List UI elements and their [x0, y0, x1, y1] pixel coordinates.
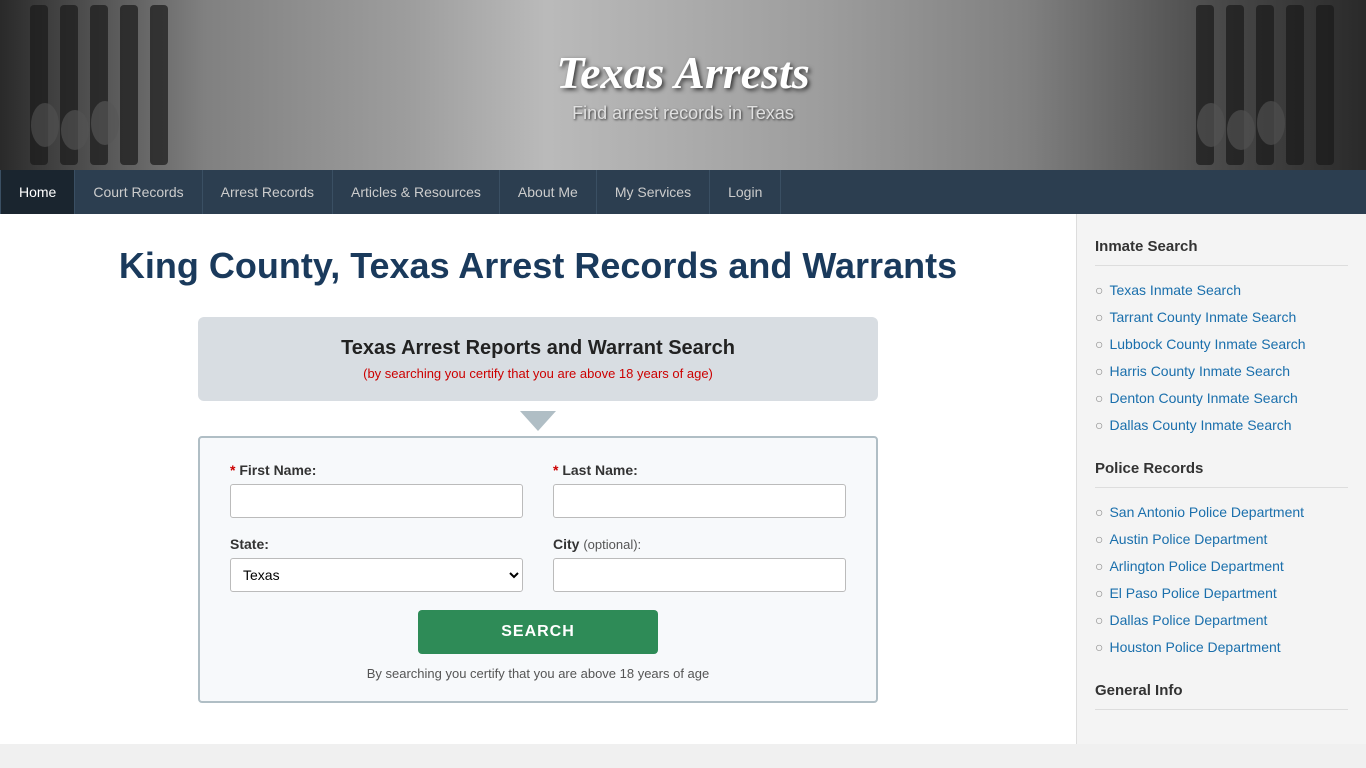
list-item: ○ Tarrant County Inmate Search: [1095, 307, 1348, 328]
city-input[interactable]: [553, 558, 846, 592]
list-item: ○ Texas Inmate Search: [1095, 280, 1348, 301]
bullet-icon: ○: [1095, 502, 1103, 523]
police-link-san-antonio[interactable]: San Antonio Police Department: [1109, 502, 1304, 523]
bullet-icon: ○: [1095, 334, 1103, 355]
list-item: ○ Dallas County Inmate Search: [1095, 415, 1348, 436]
last-name-group: * Last Name:: [553, 462, 846, 518]
city-group: City (optional):: [553, 536, 846, 592]
first-name-group: * First Name:: [230, 462, 523, 518]
nav-services[interactable]: My Services: [597, 170, 710, 214]
bullet-icon: ○: [1095, 280, 1103, 301]
nav-arrest-records[interactable]: Arrest Records: [203, 170, 333, 214]
police-divider: [1095, 487, 1348, 488]
list-item: ○ Houston Police Department: [1095, 637, 1348, 658]
inmate-section-title: Inmate Search: [1095, 238, 1348, 255]
bullet-icon: ○: [1095, 307, 1103, 328]
bullet-icon: ○: [1095, 637, 1103, 658]
state-city-row: State: Texas City (optional):: [230, 536, 846, 592]
search-box-subtitle: (by searching you certify that you are a…: [218, 366, 858, 381]
city-optional-text: (optional):: [583, 537, 641, 552]
general-section-title: General Info: [1095, 682, 1348, 699]
list-item: ○ Dallas Police Department: [1095, 610, 1348, 631]
inmate-link-texas[interactable]: Texas Inmate Search: [1109, 280, 1241, 301]
inmate-divider: [1095, 265, 1348, 266]
city-label-text: City: [553, 536, 579, 552]
last-name-input[interactable]: [553, 484, 846, 518]
search-outer-box: Texas Arrest Reports and Warrant Search …: [198, 317, 878, 401]
list-item: ○ Arlington Police Department: [1095, 556, 1348, 577]
police-link-austin[interactable]: Austin Police Department: [1109, 529, 1267, 550]
required-star-last: *: [553, 462, 558, 478]
search-box-title: Texas Arrest Reports and Warrant Search: [218, 337, 858, 360]
page-title: King County, Texas Arrest Records and Wa…: [40, 244, 1036, 287]
site-title: Texas Arrests: [556, 46, 809, 99]
first-name-input[interactable]: [230, 484, 523, 518]
bullet-icon: ○: [1095, 556, 1103, 577]
main-nav: Home Court Records Arrest Records Articl…: [0, 170, 1366, 214]
last-name-label: * Last Name:: [553, 462, 846, 478]
content-area: King County, Texas Arrest Records and Wa…: [0, 214, 1076, 744]
list-item: ○ Denton County Inmate Search: [1095, 388, 1348, 409]
bullet-icon: ○: [1095, 361, 1103, 382]
nav-about[interactable]: About Me: [500, 170, 597, 214]
nav-login[interactable]: Login: [710, 170, 781, 214]
search-form: * First Name: * Last Name: State:: [198, 436, 878, 703]
last-name-label-text: Last Name:: [562, 462, 637, 478]
state-label: State:: [230, 536, 523, 552]
list-item: ○ Austin Police Department: [1095, 529, 1348, 550]
list-item: ○ El Paso Police Department: [1095, 583, 1348, 604]
header-image-right: [1166, 0, 1366, 170]
inmate-link-tarrant[interactable]: Tarrant County Inmate Search: [1109, 307, 1296, 328]
bullet-icon: ○: [1095, 529, 1103, 550]
police-link-houston[interactable]: Houston Police Department: [1109, 637, 1280, 658]
inmate-link-dallas-county[interactable]: Dallas County Inmate Search: [1109, 415, 1291, 436]
state-group: State: Texas: [230, 536, 523, 592]
bullet-icon: ○: [1095, 583, 1103, 604]
main-container: King County, Texas Arrest Records and Wa…: [0, 214, 1366, 744]
required-star-first: *: [230, 462, 235, 478]
general-divider: [1095, 709, 1348, 710]
name-row: * First Name: * Last Name:: [230, 462, 846, 518]
nav-articles[interactable]: Articles & Resources: [333, 170, 500, 214]
bullet-icon: ○: [1095, 415, 1103, 436]
inmate-link-harris[interactable]: Harris County Inmate Search: [1109, 361, 1290, 382]
first-name-label: * First Name:: [230, 462, 523, 478]
certify-text: By searching you certify that you are ab…: [230, 666, 846, 681]
list-item: ○ Lubbock County Inmate Search: [1095, 334, 1348, 355]
search-button[interactable]: SEARCH: [418, 610, 658, 654]
chevron-down-icon: [40, 411, 1036, 431]
police-section-title: Police Records: [1095, 460, 1348, 477]
nav-home[interactable]: Home: [0, 170, 75, 214]
inmate-link-denton[interactable]: Denton County Inmate Search: [1109, 388, 1297, 409]
site-header: Texas Arrests Find arrest records in Tex…: [0, 0, 1366, 170]
bullet-icon: ○: [1095, 388, 1103, 409]
header-image-left: [0, 0, 200, 170]
police-link-el-paso[interactable]: El Paso Police Department: [1109, 583, 1276, 604]
bullet-icon: ○: [1095, 610, 1103, 631]
state-label-text: State:: [230, 536, 269, 552]
first-name-label-text: First Name:: [239, 462, 316, 478]
sidebar: Inmate Search ○ Texas Inmate Search ○ Ta…: [1076, 214, 1366, 744]
inmate-link-lubbock[interactable]: Lubbock County Inmate Search: [1109, 334, 1305, 355]
nav-court-records[interactable]: Court Records: [75, 170, 202, 214]
list-item: ○ San Antonio Police Department: [1095, 502, 1348, 523]
list-item: ○ Harris County Inmate Search: [1095, 361, 1348, 382]
police-link-dallas[interactable]: Dallas Police Department: [1109, 610, 1267, 631]
police-links-list: ○ San Antonio Police Department ○ Austin…: [1095, 502, 1348, 658]
site-subtitle: Find arrest records in Texas: [556, 103, 809, 124]
inmate-links-list: ○ Texas Inmate Search ○ Tarrant County I…: [1095, 280, 1348, 436]
police-link-arlington[interactable]: Arlington Police Department: [1109, 556, 1283, 577]
city-label: City (optional):: [553, 536, 846, 552]
state-select[interactable]: Texas: [230, 558, 523, 592]
